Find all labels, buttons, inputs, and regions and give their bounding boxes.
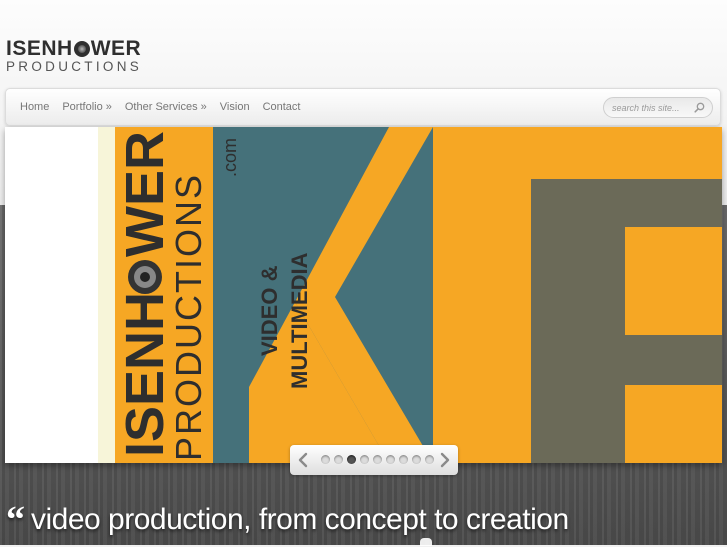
nav-item-other-services[interactable]: Other Services » bbox=[125, 101, 207, 113]
slide-brand-left: ISENH bbox=[115, 292, 175, 457]
slider-controls bbox=[290, 445, 458, 475]
nav-item-vision[interactable]: Vision bbox=[220, 101, 250, 113]
slider-dot[interactable] bbox=[360, 455, 369, 464]
site-logo[interactable]: ISENH WER PRODUCTIONS bbox=[6, 38, 142, 74]
main-nav: Home Portfolio » Other Services » Vision… bbox=[5, 88, 721, 126]
slide-brand-sub: PRODUCTIONS bbox=[168, 173, 209, 461]
logo-wordmark: ISENH WER bbox=[6, 38, 142, 59]
nav-menu: Home Portfolio » Other Services » Vision… bbox=[20, 101, 313, 113]
slider-dot[interactable] bbox=[399, 455, 408, 464]
logo-text-right: WER bbox=[90, 37, 142, 60]
chevron-right-icon[interactable] bbox=[438, 452, 452, 468]
logo-text-left: ISENH bbox=[6, 37, 73, 60]
slider-dot[interactable] bbox=[347, 455, 356, 464]
nav-item-home[interactable]: Home bbox=[20, 101, 49, 113]
slider-dot[interactable] bbox=[373, 455, 382, 464]
search-box bbox=[603, 97, 713, 118]
nav-item-portfolio[interactable]: Portfolio » bbox=[62, 101, 112, 113]
hero-slider[interactable]: ISENH WER PRODUCTIONS .com VIDEO & MULTI… bbox=[5, 127, 722, 463]
slider-dot[interactable] bbox=[334, 455, 343, 464]
tagline: “video production, from concept to creat… bbox=[6, 499, 569, 547]
logo-subtitle: PRODUCTIONS bbox=[6, 59, 143, 74]
slider-dot[interactable] bbox=[321, 455, 330, 464]
lens-icon bbox=[73, 40, 90, 57]
search-icon[interactable] bbox=[694, 102, 705, 113]
slide-line2: MULTIMEDIA bbox=[287, 252, 312, 389]
chevron-left-icon[interactable] bbox=[296, 452, 310, 468]
slide-brand-right: WER bbox=[115, 131, 175, 257]
quote-mark: “ bbox=[6, 499, 25, 541]
search-input[interactable] bbox=[612, 101, 692, 115]
nav-item-contact[interactable]: Contact bbox=[263, 101, 301, 113]
slide-domain: .com bbox=[220, 138, 240, 177]
slider-dot[interactable] bbox=[386, 455, 395, 464]
slider-pagination bbox=[321, 455, 438, 464]
tagline-text: video production, from concept to creati… bbox=[31, 503, 569, 536]
slide-artwork: ISENH WER PRODUCTIONS .com VIDEO & MULTI… bbox=[5, 127, 722, 463]
slider-dot[interactable] bbox=[412, 455, 421, 464]
slide-line1: VIDEO & bbox=[257, 265, 282, 356]
slider-dot[interactable] bbox=[425, 455, 434, 464]
